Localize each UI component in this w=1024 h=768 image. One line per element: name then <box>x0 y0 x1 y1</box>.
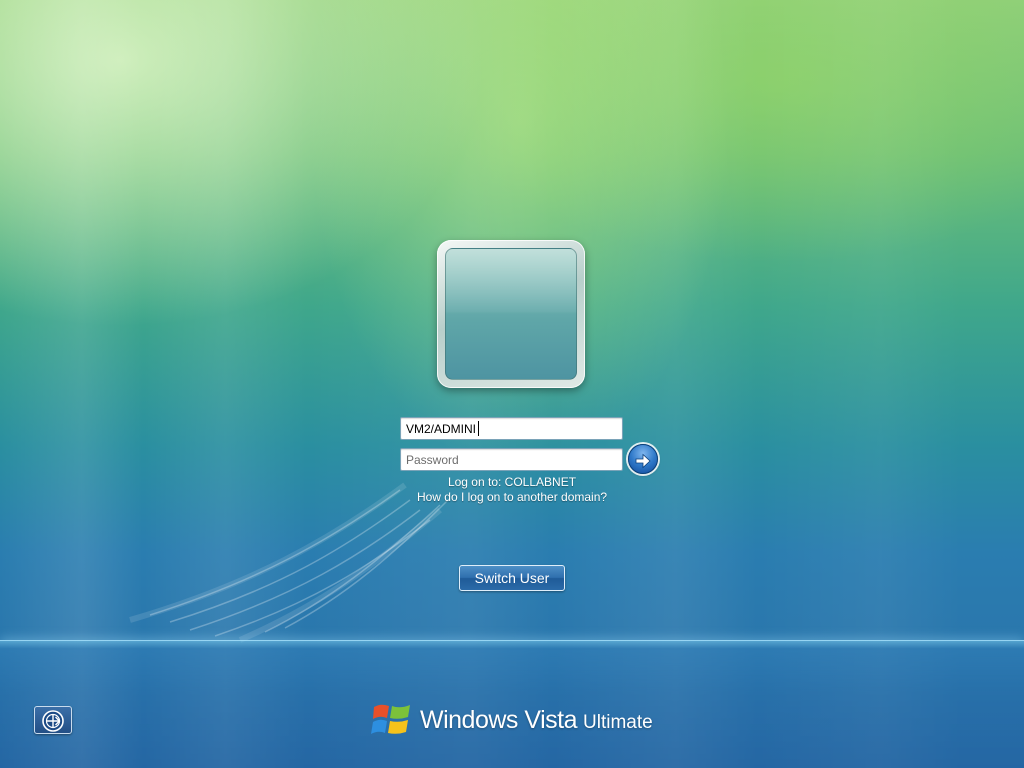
product-edition: Ultimate <box>583 711 653 733</box>
password-field[interactable] <box>400 448 623 471</box>
arrow-right-icon <box>635 453 651 469</box>
logon-domain-text: Log on to: COLLABNET <box>447 475 577 489</box>
user-tile <box>437 240 585 388</box>
submit-arrow-button[interactable] <box>628 444 658 474</box>
text-caret <box>478 421 479 436</box>
windows-flag-icon <box>371 704 410 734</box>
product-name: Windows Vista <box>420 705 578 734</box>
windows-branding: Windows Vista Ultimate <box>370 696 653 744</box>
username-field[interactable] <box>400 417 623 440</box>
domain-help-link[interactable]: How do I log on to another domain? <box>0 490 1024 504</box>
ease-of-access-icon <box>42 710 64 732</box>
user-tile-picture <box>445 248 577 380</box>
switch-user-button[interactable]: Switch User <box>459 565 565 591</box>
ease-of-access-button[interactable] <box>34 706 72 734</box>
